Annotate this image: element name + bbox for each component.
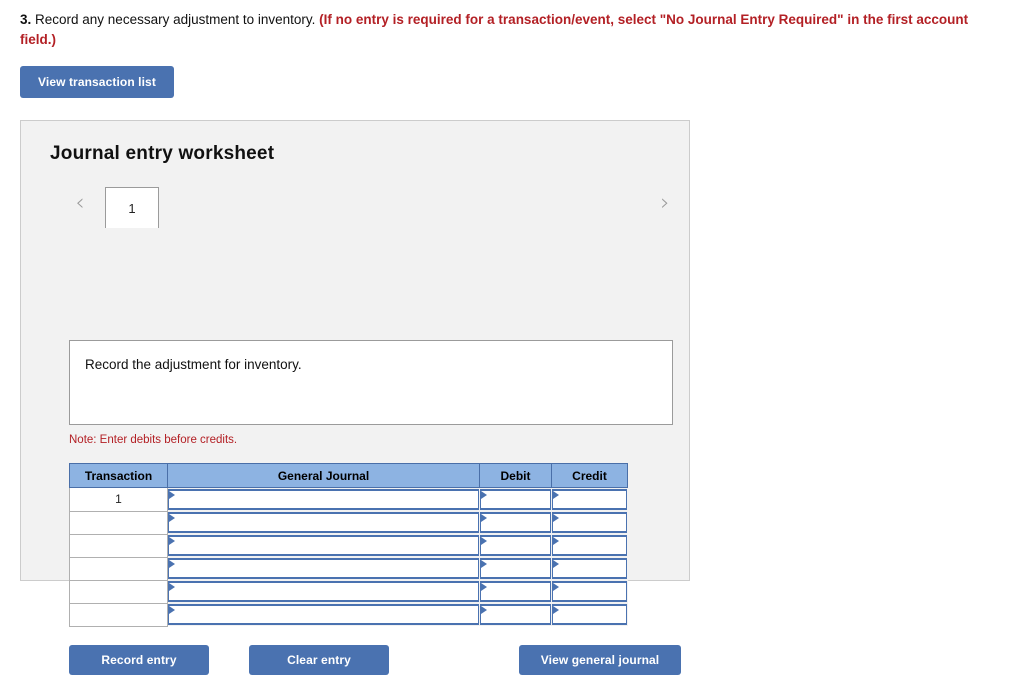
credit-input-2[interactable] (551, 512, 627, 533)
table-row (69, 533, 628, 558)
cell-general-journal-1 (167, 487, 480, 511)
worksheet-tab-1[interactable]: 1 (105, 187, 159, 228)
general-journal-input-4[interactable] (168, 558, 479, 579)
debit-input-6[interactable] (479, 604, 551, 625)
credit-input-5[interactable] (551, 581, 627, 602)
dropdown-triangle-icon (552, 537, 559, 545)
table-row (69, 510, 628, 535)
worksheet-action-bar: Record entry Clear entry View general jo… (69, 645, 681, 677)
next-entry-chevron-right-icon[interactable]: › (653, 189, 677, 217)
dropdown-triangle-icon (552, 514, 559, 522)
cell-credit-5 (551, 580, 628, 603)
view-general-journal-button[interactable]: View general journal (519, 645, 681, 675)
debits-before-credits-note: Note: Enter debits before credits. (69, 434, 238, 446)
dropdown-triangle-icon (552, 583, 559, 591)
cell-credit-3 (551, 534, 628, 557)
column-header-credit: Credit (551, 463, 628, 488)
cell-debit-4 (479, 557, 552, 580)
worksheet-title: Journal entry worksheet (50, 143, 275, 164)
debit-input-3[interactable] (479, 535, 551, 556)
question-prompt: 3. Record any necessary adjustment to in… (0, 0, 990, 49)
dropdown-triangle-icon (169, 583, 175, 591)
column-header-transaction: Transaction (69, 463, 168, 488)
cell-credit-1 (551, 487, 628, 511)
instruction-box: Record the adjustment for inventory. (69, 340, 673, 425)
credit-input-1[interactable] (551, 489, 627, 510)
dropdown-triangle-icon (480, 514, 487, 522)
cell-credit-4 (551, 557, 628, 580)
question-text: Record any necessary adjustment to inven… (31, 12, 320, 27)
dropdown-triangle-icon (480, 583, 487, 591)
clear-entry-button[interactable]: Clear entry (249, 645, 389, 675)
dropdown-triangle-icon (480, 606, 487, 614)
worksheet-tab-strip: ‹ 1 › (21, 183, 689, 228)
credit-input-6[interactable] (551, 604, 627, 625)
view-transaction-list-button[interactable]: View transaction list (20, 66, 174, 99)
cell-transaction-5 (69, 579, 168, 604)
general-journal-input-3[interactable] (168, 535, 479, 556)
column-header-debit: Debit (479, 463, 552, 488)
general-journal-input-6[interactable] (168, 604, 479, 625)
table-header-row: Transaction General Journal Debit Credit (69, 463, 628, 488)
top-toolbar: View transaction list (0, 49, 1024, 99)
cell-transaction-4 (69, 556, 168, 581)
dropdown-triangle-icon (169, 606, 175, 614)
dropdown-triangle-icon (552, 491, 559, 499)
debit-input-1[interactable] (479, 489, 551, 510)
cell-debit-5 (479, 580, 552, 603)
cell-credit-2 (551, 511, 628, 534)
dropdown-triangle-icon (169, 514, 175, 522)
dropdown-triangle-icon (480, 491, 487, 499)
record-entry-button[interactable]: Record entry (69, 645, 209, 675)
cell-debit-3 (479, 534, 552, 557)
debit-input-5[interactable] (479, 581, 551, 602)
cell-credit-6 (551, 603, 628, 626)
general-journal-input-1[interactable] (168, 489, 479, 510)
dropdown-triangle-icon (552, 560, 559, 568)
table-row (69, 602, 628, 627)
general-journal-input-5[interactable] (168, 581, 479, 602)
dropdown-triangle-icon (169, 537, 175, 545)
cell-transaction-1: 1 (69, 487, 168, 512)
cell-general-journal-4 (167, 557, 480, 580)
dropdown-triangle-icon (552, 606, 559, 614)
cell-general-journal-2 (167, 511, 480, 534)
instruction-text: Record the adjustment for inventory. (85, 357, 302, 372)
debit-input-2[interactable] (479, 512, 551, 533)
credit-input-4[interactable] (551, 558, 627, 579)
journal-entry-table: Transaction General Journal Debit Credit… (69, 463, 628, 627)
general-journal-input-2[interactable] (168, 512, 479, 533)
question-number: 3. (20, 12, 32, 27)
dropdown-triangle-icon (480, 560, 487, 568)
credit-input-3[interactable] (551, 535, 627, 556)
cell-general-journal-6 (167, 603, 480, 626)
dropdown-triangle-icon (169, 560, 175, 568)
cell-general-journal-3 (167, 534, 480, 557)
table-row: 1 (69, 487, 628, 512)
cell-general-journal-5 (167, 580, 480, 603)
column-header-general-journal: General Journal (167, 463, 480, 488)
table-row (69, 579, 628, 604)
dropdown-triangle-icon (480, 537, 487, 545)
cell-transaction-2 (69, 510, 168, 535)
debit-input-4[interactable] (479, 558, 551, 579)
cell-transaction-6 (69, 602, 168, 627)
cell-debit-6 (479, 603, 552, 626)
table-row (69, 556, 628, 581)
cell-debit-1 (479, 487, 552, 511)
cell-debit-2 (479, 511, 552, 534)
prev-entry-chevron-left-icon[interactable]: ‹ (68, 189, 92, 217)
dropdown-triangle-icon (169, 491, 175, 499)
cell-transaction-3 (69, 533, 168, 558)
journal-entry-worksheet-panel: Journal entry worksheet ‹ 1 › Record the… (20, 120, 690, 675)
